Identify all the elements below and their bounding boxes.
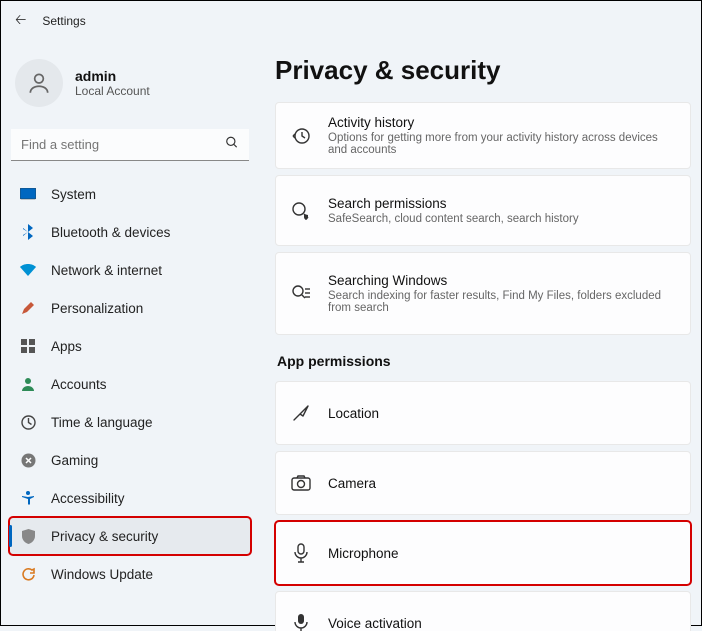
search-wrap (11, 129, 249, 161)
shield-icon (19, 527, 37, 545)
sidebar-item-label: Time & language (51, 415, 153, 430)
user-sub: Local Account (75, 84, 150, 98)
sidebar-item-label: Network & internet (51, 263, 162, 278)
section-app-permissions: App permissions (277, 353, 691, 369)
card-search-permissions[interactable]: Search permissions SafeSearch, cloud con… (275, 175, 691, 246)
card-title: Search permissions (328, 196, 579, 211)
page-title: Privacy & security (275, 55, 691, 86)
sidebar-item-apps[interactable]: Apps (9, 327, 251, 365)
sidebar-item-label: Accounts (51, 377, 107, 392)
update-icon (19, 565, 37, 583)
card-sub: Options for getting more from your activ… (328, 132, 676, 156)
avatar (15, 59, 63, 107)
card-voice-activation[interactable]: Voice activation (275, 591, 691, 631)
gaming-icon (19, 451, 37, 469)
card-title: Camera (328, 476, 376, 491)
camera-icon (290, 472, 312, 494)
sidebar-item-label: Personalization (51, 301, 143, 316)
sidebar-item-network[interactable]: Network & internet (9, 251, 251, 289)
sidebar-item-accessibility[interactable]: Accessibility (9, 479, 251, 517)
card-sub: SafeSearch, cloud content search, search… (328, 213, 579, 225)
sidebar-item-label: Gaming (51, 453, 98, 468)
accounts-icon (19, 375, 37, 393)
card-searching-windows[interactable]: Searching Windows Search indexing for fa… (275, 252, 691, 335)
window-title: Settings (42, 14, 85, 28)
clock-icon (19, 413, 37, 431)
user-name: admin (75, 68, 150, 84)
sidebar-item-label: System (51, 187, 96, 202)
search-icon (225, 136, 239, 155)
voice-icon (290, 612, 312, 631)
titlebar: 🡠 Settings (1, 1, 701, 41)
main: Privacy & security Activity history Opti… (259, 41, 701, 631)
user-block[interactable]: admin Local Account (9, 51, 251, 125)
bluetooth-icon (19, 223, 37, 241)
card-microphone[interactable]: Microphone (275, 521, 691, 585)
search-shield-icon (290, 200, 312, 222)
back-arrow-icon[interactable]: 🡠 (15, 9, 26, 33)
sidebar-item-bluetooth[interactable]: Bluetooth & devices (9, 213, 251, 251)
nav: System Bluetooth & devices Network & int… (9, 175, 251, 593)
apps-icon (19, 337, 37, 355)
sidebar: admin Local Account System Bluetooth & d… (1, 41, 259, 631)
brush-icon (19, 299, 37, 317)
sidebar-item-personalization[interactable]: Personalization (9, 289, 251, 327)
card-location[interactable]: Location (275, 381, 691, 445)
card-sub: Search indexing for faster results, Find… (328, 290, 676, 314)
location-icon (290, 402, 312, 424)
sidebar-item-label: Accessibility (51, 491, 125, 506)
sidebar-item-label: Bluetooth & devices (51, 225, 170, 240)
card-title: Voice activation (328, 616, 422, 631)
history-icon (290, 125, 312, 147)
card-title: Searching Windows (328, 273, 676, 288)
sidebar-item-accounts[interactable]: Accounts (9, 365, 251, 403)
search-input[interactable] (11, 129, 249, 161)
wifi-icon (19, 261, 37, 279)
sidebar-item-label: Windows Update (51, 567, 153, 582)
sidebar-item-gaming[interactable]: Gaming (9, 441, 251, 479)
sidebar-item-label: Apps (51, 339, 82, 354)
system-icon (19, 185, 37, 203)
sidebar-item-system[interactable]: System (9, 175, 251, 213)
card-title: Microphone (328, 546, 399, 561)
microphone-icon (290, 542, 312, 564)
accessibility-icon (19, 489, 37, 507)
card-title: Location (328, 406, 379, 421)
sidebar-item-update[interactable]: Windows Update (9, 555, 251, 593)
sidebar-item-time[interactable]: Time & language (9, 403, 251, 441)
search-list-icon (290, 283, 312, 305)
sidebar-item-privacy[interactable]: Privacy & security (9, 517, 251, 555)
sidebar-item-label: Privacy & security (51, 529, 158, 544)
card-activity-history[interactable]: Activity history Options for getting mor… (275, 102, 691, 169)
card-camera[interactable]: Camera (275, 451, 691, 515)
card-title: Activity history (328, 115, 676, 130)
